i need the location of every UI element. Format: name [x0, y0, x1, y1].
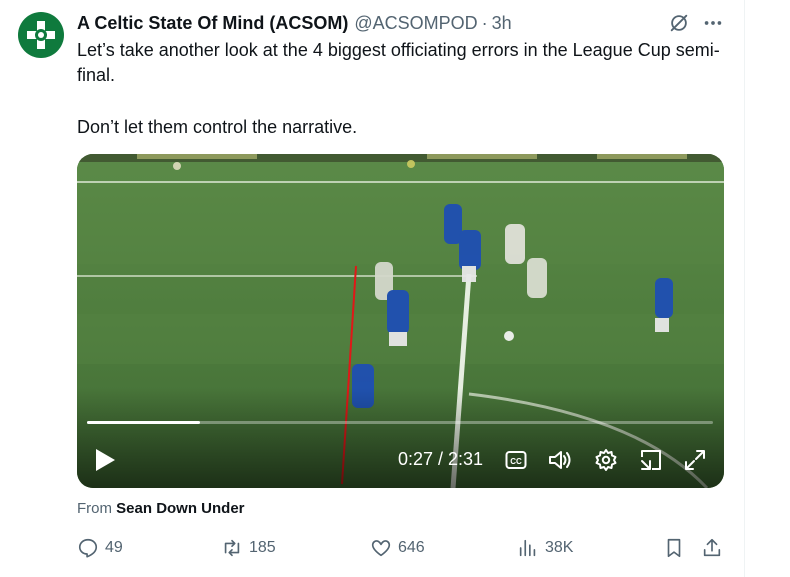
video-source-attribution: From Sean Down Under [77, 500, 245, 517]
repost-icon [224, 539, 240, 557]
reply-button[interactable]: 49 [77, 536, 123, 560]
bookmark-button[interactable] [663, 536, 691, 560]
tweet-text-line-1: Let’s take another look at the 4 biggest… [77, 40, 720, 85]
views-count: 38K [545, 539, 574, 556]
from-prefix: From [77, 500, 112, 517]
user-handle[interactable]: @ACSOMPOD [354, 13, 477, 34]
share-icon [703, 538, 721, 557]
share-button[interactable] [701, 536, 729, 560]
settings-gear-icon[interactable] [594, 448, 618, 472]
like-button[interactable]: 646 [370, 536, 425, 560]
reply-count: 49 [105, 539, 123, 556]
views-button[interactable]: 38K [517, 536, 573, 560]
views-icon [519, 539, 536, 557]
bookmark-icon [667, 538, 681, 558]
video-player[interactable]: 0:27 / 2:31 CC [77, 154, 724, 488]
tweet-card[interactable]: A Celtic State Of Mind (ACSOM) @ACSOMPOD… [0, 0, 744, 577]
display-name[interactable]: A Celtic State Of Mind (ACSOM) [77, 13, 348, 34]
play-icon[interactable] [93, 447, 117, 473]
like-icon [371, 540, 391, 557]
like-count: 646 [398, 539, 425, 556]
from-source-link[interactable]: Sean Down Under [116, 500, 244, 517]
repost-count: 185 [249, 539, 276, 556]
avatar[interactable] [18, 12, 64, 58]
tweet-actions-bar: 49 185 646 38K [77, 536, 727, 560]
right-rail-divider [744, 0, 745, 577]
tweet-text-line-2: Don’t let them control the narrative. [77, 117, 358, 137]
fullscreen-icon[interactable] [683, 448, 707, 472]
cc-icon[interactable]: CC [505, 450, 527, 470]
video-timecode: 0:27 / 2:31 [398, 449, 484, 469]
repost-button[interactable]: 185 [221, 536, 276, 560]
cc-label: CC [510, 457, 522, 466]
celtic-cross-logo [27, 21, 55, 49]
pip-icon[interactable] [639, 448, 663, 472]
separator-dot: · [481, 12, 488, 33]
video-progress-bar[interactable] [87, 421, 713, 424]
reply-icon [78, 538, 98, 558]
volume-icon[interactable] [547, 448, 573, 472]
tweet-header: A Celtic State Of Mind (ACSOM) @ACSOMPOD… [77, 12, 512, 34]
video-progress-fill [87, 421, 200, 424]
timestamp[interactable]: 3h [492, 13, 512, 34]
grok-icon[interactable] [668, 12, 690, 34]
tweet-text: Let’s take another look at the 4 biggest… [77, 38, 727, 140]
video-frame-pitch [77, 154, 724, 488]
more-icon[interactable] [702, 12, 724, 34]
